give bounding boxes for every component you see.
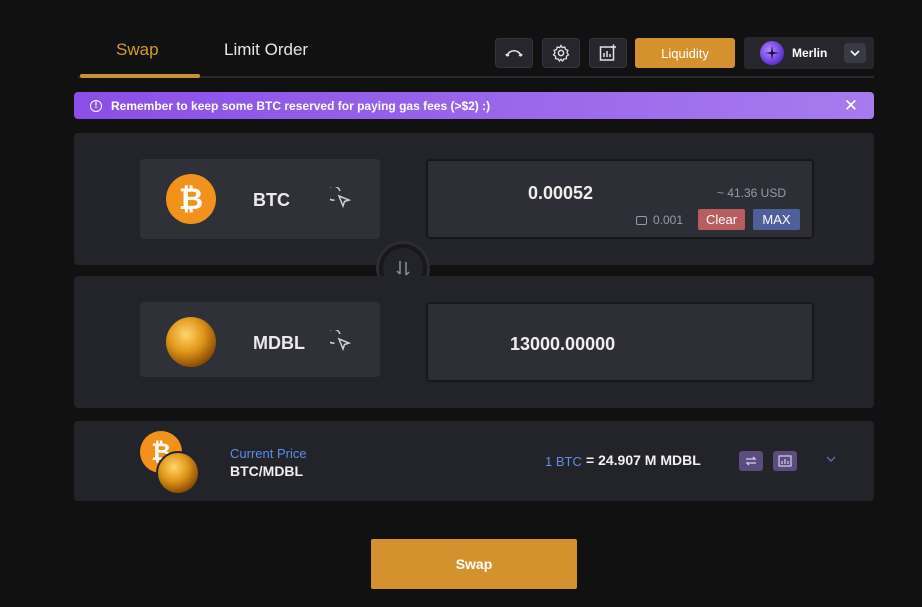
to-amount-output: 13000.00000: [510, 334, 616, 354]
balance-value: 0.001: [653, 213, 684, 227]
add-chart-icon: [599, 44, 616, 61]
rate-quote: = 24.907 M MDBL: [586, 452, 701, 468]
banner-text: Remember to keep some BTC reserved for p…: [111, 98, 491, 113]
btc-icon: ₿: [166, 174, 216, 224]
tab-swap[interactable]: Swap: [116, 40, 159, 60]
chevron-down-icon[interactable]: [826, 455, 836, 463]
merlin-icon: [765, 46, 779, 60]
rate-base: 1 BTC: [545, 454, 582, 469]
swap-button[interactable]: Swap: [371, 539, 577, 589]
mdbl-icon: [166, 317, 216, 367]
wallet-balance: 0.001: [636, 213, 683, 227]
max-button[interactable]: MAX: [753, 209, 800, 230]
from-amount-input[interactable]: 0.00052: [528, 183, 593, 204]
to-token-symbol: MDBL: [253, 333, 305, 353]
from-panel: ₿ BTC 0.00052 ~ 41.36 USD 0.001 Clear MA…: [74, 133, 874, 265]
pair-name: BTC/MDBL: [230, 463, 304, 479]
mdbl-icon: [156, 451, 200, 495]
select-pointer-icon: [330, 330, 352, 352]
pair-logos: ₿: [140, 431, 204, 495]
chart-button[interactable]: [589, 38, 627, 68]
active-tab-indicator: [80, 74, 200, 78]
from-amount-box[interactable]: 0.00052 ~ 41.36 USD 0.001 Clear MAX: [426, 159, 814, 239]
from-token-symbol: BTC: [253, 190, 290, 210]
tab-limit-order[interactable]: Limit Order: [224, 40, 308, 60]
to-token-selector[interactable]: MDBL: [140, 302, 380, 377]
invert-rate-button[interactable]: [739, 451, 763, 471]
recent-trades-button[interactable]: [495, 38, 533, 68]
gas-fee-banner: ! Remember to keep some BTC reserved for…: [74, 92, 874, 119]
usd-value: ~ 41.36 USD: [716, 186, 786, 200]
price-panel: ₿ Current Price BTC/MDBL 1 BTC = 24.907 …: [74, 421, 874, 501]
price-chart-button[interactable]: [773, 451, 797, 471]
to-panel: MDBL 13000.00000: [74, 276, 874, 408]
liquidity-button[interactable]: Liquidity: [635, 38, 735, 68]
wallet-avatar: [760, 41, 784, 65]
recent-trades-icon: [505, 49, 523, 57]
chevron-down-icon: [850, 50, 860, 57]
current-price-label: Current Price: [230, 446, 307, 461]
info-icon: !: [90, 99, 102, 112]
wallet-dropdown[interactable]: [844, 43, 866, 63]
settings-button[interactable]: [542, 38, 580, 68]
close-icon[interactable]: ✕: [844, 96, 858, 116]
select-pointer-icon: [330, 187, 352, 209]
wallet-name: Merlin: [792, 46, 828, 60]
to-amount-box[interactable]: 13000.00000: [426, 302, 814, 382]
clear-button[interactable]: Clear: [698, 209, 745, 230]
invert-icon: [745, 456, 757, 466]
from-token-selector[interactable]: ₿ BTC: [140, 159, 380, 239]
settings-icon: [552, 44, 570, 62]
wallet-icon: [636, 215, 647, 225]
wallet-button[interactable]: Merlin: [744, 37, 874, 69]
swap-arrows-icon: [396, 261, 410, 276]
chart-icon: [778, 455, 792, 467]
